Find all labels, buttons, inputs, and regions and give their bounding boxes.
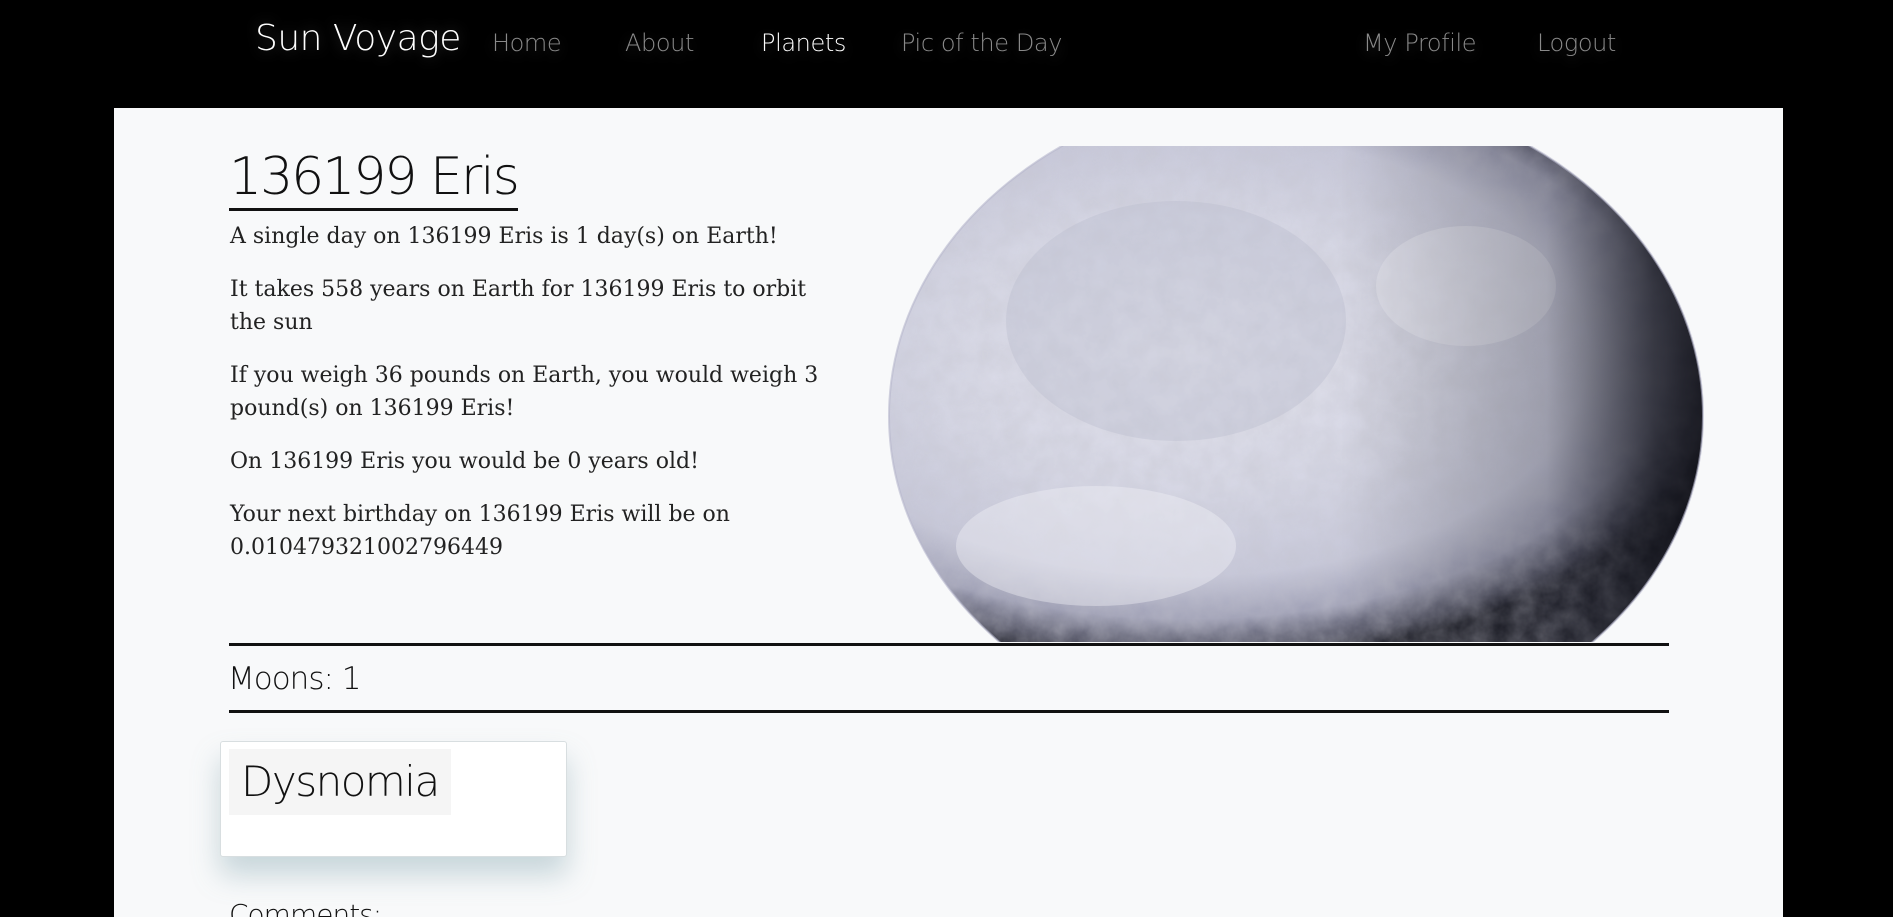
navbar: Sun Voyage Home About Planets Pic of the…	[0, 0, 1893, 108]
moon-card[interactable]: Dysnomia	[220, 741, 567, 857]
moon-name[interactable]: Dysnomia	[229, 749, 451, 816]
fact-day-length: A single day on 136199 Eris is 1 day(s) …	[230, 224, 778, 249]
nav-about-link[interactable]: About	[625, 29, 694, 57]
nav-my-profile-link[interactable]: My Profile	[1363, 29, 1477, 57]
fact-next-birthday: Your next birthday on 136199 Eris will b…	[230, 502, 730, 560]
nav-planets-link[interactable]: Planets	[761, 29, 846, 57]
planet-image	[846, 146, 1744, 642]
fact-weight: If you weigh 36 pounds on Earth, you wou…	[230, 363, 819, 421]
nav-pic-of-the-day-link[interactable]: Pic of the Day	[901, 29, 1062, 57]
planet-facts: A single day on 136199 Eris is 1 day(s) …	[230, 220, 830, 584]
nav-logout-link[interactable]: Logout	[1537, 29, 1616, 57]
fact-orbit-period: It takes 558 years on Earth for 136199 E…	[230, 277, 807, 335]
fact-age: On 136199 Eris you would be 0 years old!	[230, 449, 699, 474]
moons-heading: Moons: 1	[228, 661, 361, 697]
divider-top	[229, 643, 1669, 646]
brand-link[interactable]: Sun Voyage	[255, 18, 461, 59]
planet-title: 136199 Eris	[229, 147, 520, 211]
comments-heading: Comments:	[229, 898, 382, 917]
planet-detail-panel: 136199 Eris A single day on 136199 Eris …	[114, 108, 1783, 917]
nav-home-link[interactable]: Home	[492, 29, 562, 57]
divider-bottom	[229, 710, 1669, 713]
